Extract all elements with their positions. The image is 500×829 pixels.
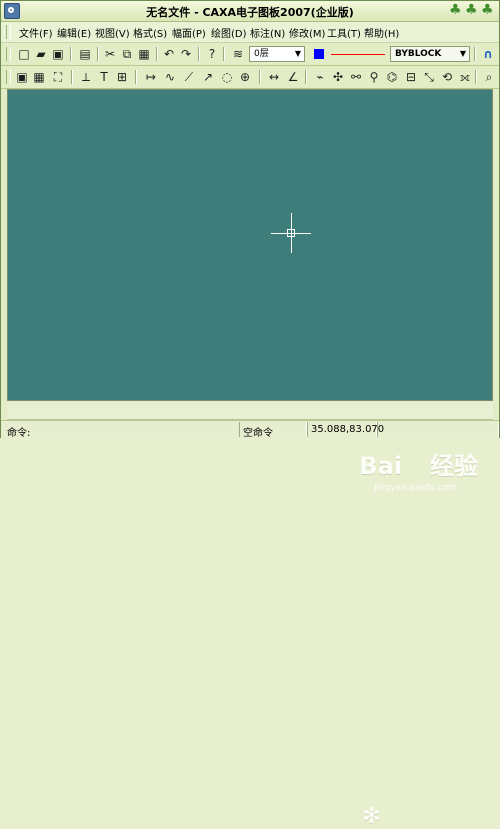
layer-icon[interactable]: ≋ bbox=[230, 46, 246, 62]
offset-icon[interactable]: ⌬ bbox=[384, 69, 400, 85]
angle-icon[interactable]: ∠ bbox=[285, 69, 301, 85]
clover-icon: ♣ bbox=[449, 2, 462, 18]
layer-value: 0层 bbox=[254, 49, 269, 59]
line-icon[interactable]: ↦ bbox=[143, 69, 159, 85]
help-icon[interactable]: ? bbox=[204, 46, 220, 62]
caxa-window: 无名文件 - CAXA电子图板2007(企业版) ♣ ♣ ♣ 文件(F) 编辑(… bbox=[0, 0, 500, 829]
color-swatch bbox=[314, 49, 324, 59]
scale-icon[interactable]: ⤡ bbox=[421, 69, 437, 85]
extend-icon[interactable]: ⚯ bbox=[348, 69, 364, 85]
toolbar-separator bbox=[223, 47, 224, 61]
command-label: 命令: bbox=[7, 428, 31, 439]
measure-icon[interactable]: ∩ bbox=[480, 46, 496, 62]
toolbar-grip bbox=[6, 47, 11, 61]
toolbar-separator bbox=[156, 47, 157, 61]
linetype-select[interactable]: BYBLOCK ▼ bbox=[390, 46, 470, 62]
menu-view[interactable]: 视图(V) bbox=[95, 25, 130, 40]
redo-icon[interactable]: ↷ bbox=[178, 46, 194, 62]
menu-modify[interactable]: 修改(M) bbox=[289, 25, 325, 40]
toolbar-separator bbox=[70, 47, 71, 61]
dimension-icon[interactable]: ↔ bbox=[266, 69, 282, 85]
block-icon[interactable]: ⊞ bbox=[114, 69, 130, 85]
window-select-icon[interactable]: ▦ bbox=[31, 69, 47, 85]
new-file-icon[interactable]: □ bbox=[16, 46, 32, 62]
baidu-url: jingyan.baidu.com bbox=[373, 483, 457, 493]
clover-icon: ♣ bbox=[465, 2, 478, 18]
open-folder-icon[interactable]: ▰ bbox=[33, 46, 49, 62]
select-icon[interactable]: ▣ bbox=[14, 69, 30, 85]
toolbar-separator bbox=[474, 47, 475, 61]
save-icon[interactable]: ▣ bbox=[50, 46, 66, 62]
chamfer-icon[interactable]: ⚲ bbox=[366, 69, 382, 85]
linetype-value: BYBLOCK bbox=[395, 49, 442, 59]
toolbar-separator bbox=[305, 70, 306, 84]
cut-icon[interactable]: ✂ bbox=[102, 46, 118, 62]
menu-edit[interactable]: 编辑(E) bbox=[57, 25, 91, 40]
curve-icon[interactable]: ∿ bbox=[162, 69, 178, 85]
menu-help[interactable]: 帮助(H) bbox=[364, 25, 399, 40]
toolbar-grip bbox=[6, 70, 11, 84]
title-bar: 无名文件 - CAXA电子图板2007(企业版) ♣ ♣ ♣ bbox=[1, 1, 499, 22]
baidu-watermark: Bai ✻ 经验 bbox=[359, 446, 478, 829]
print-icon[interactable]: ▤ bbox=[77, 46, 93, 62]
copy-icon[interactable]: ⧉ bbox=[119, 46, 135, 62]
layer-select[interactable]: 0层 ▼ bbox=[249, 46, 305, 62]
standard-toolbar: □ ▰ ▣ ▤ ✂ ⧉ ▦ ↶ ↷ ? ≋ 0层 ▼ BYBLOCK ▼ ∩ bbox=[1, 43, 499, 66]
menu-grip bbox=[6, 25, 11, 39]
toolbar-separator bbox=[71, 70, 72, 84]
window-title: 无名文件 - CAXA电子图板2007(企业版) bbox=[146, 6, 354, 19]
paste-icon[interactable]: ▦ bbox=[136, 46, 152, 62]
array-icon[interactable]: ⊟ bbox=[403, 69, 419, 85]
trim-icon[interactable]: ✣ bbox=[330, 69, 346, 85]
pan-icon[interactable]: ⛶ bbox=[50, 69, 66, 85]
menu-format[interactable]: 格式(S) bbox=[133, 25, 167, 40]
color-icon[interactable] bbox=[311, 46, 327, 62]
polyline-icon[interactable]: ⟋ bbox=[181, 69, 197, 85]
arc-icon[interactable]: ⊕ bbox=[237, 69, 253, 85]
toolbar-separator bbox=[475, 70, 476, 84]
toolbar-separator bbox=[97, 47, 98, 61]
arrow-icon[interactable]: ↗ bbox=[200, 69, 216, 85]
undo-icon[interactable]: ↶ bbox=[161, 46, 177, 62]
linecolor-preview bbox=[331, 54, 385, 55]
chevron-down-icon: ▼ bbox=[459, 49, 466, 58]
mirror-icon[interactable]: ⟗ bbox=[457, 69, 473, 85]
circle-icon[interactable]: ◌ bbox=[219, 69, 235, 85]
baidu-paw-icon: ✻ bbox=[362, 804, 381, 829]
toolbar-separator bbox=[259, 70, 260, 84]
rotate-icon[interactable]: ⟲ bbox=[439, 69, 455, 85]
text-icon[interactable]: T bbox=[96, 69, 112, 85]
toolbar-separator bbox=[198, 47, 199, 61]
drawing-canvas[interactable]: Bai ✻ 经验 jingyan.baidu.com bbox=[7, 89, 493, 829]
menu-sheet[interactable]: 幅面(P) bbox=[172, 25, 206, 40]
menu-file[interactable]: 文件(F) bbox=[19, 25, 53, 40]
menu-bar: 文件(F) 编辑(E) 视图(V) 格式(S) 幅面(P) 绘图(D) 标注(N… bbox=[1, 22, 499, 43]
toolbar-separator bbox=[135, 70, 136, 84]
zoom-icon[interactable]: ⌕ bbox=[481, 69, 497, 85]
coordinate-text: 35.088,83.070 bbox=[311, 424, 385, 435]
status-bar: 命令: 空命令 35.088,83.070 bbox=[1, 420, 499, 439]
empty-command-text: 空命令 bbox=[243, 428, 273, 439]
chevron-down-icon: ▼ bbox=[294, 49, 301, 58]
hatch-icon[interactable]: ⌁ bbox=[312, 69, 328, 85]
baidu-brand: Bai bbox=[359, 452, 402, 480]
menu-dimension[interactable]: 标注(N) bbox=[250, 25, 285, 40]
menu-tools[interactable]: 工具(T) bbox=[327, 25, 361, 40]
drawing-toolbar: ▣ ▦ ⛶ ⟂ T ⊞ ↦ ∿ ⟋ ↗ ◌ ⊕ ↔ ∠ ⌁ ✣ ⚯ ⚲ ⌬ ⊟ … bbox=[1, 66, 499, 89]
baidu-brand-suffix: 经验 bbox=[430, 452, 478, 480]
command-input-strip[interactable] bbox=[7, 402, 493, 420]
point-icon[interactable]: ⟂ bbox=[78, 69, 94, 85]
crosshair-box bbox=[287, 229, 295, 237]
clover-icon: ♣ bbox=[481, 2, 494, 18]
status-blank-box bbox=[377, 422, 499, 437]
menu-draw[interactable]: 绘图(D) bbox=[211, 25, 247, 40]
